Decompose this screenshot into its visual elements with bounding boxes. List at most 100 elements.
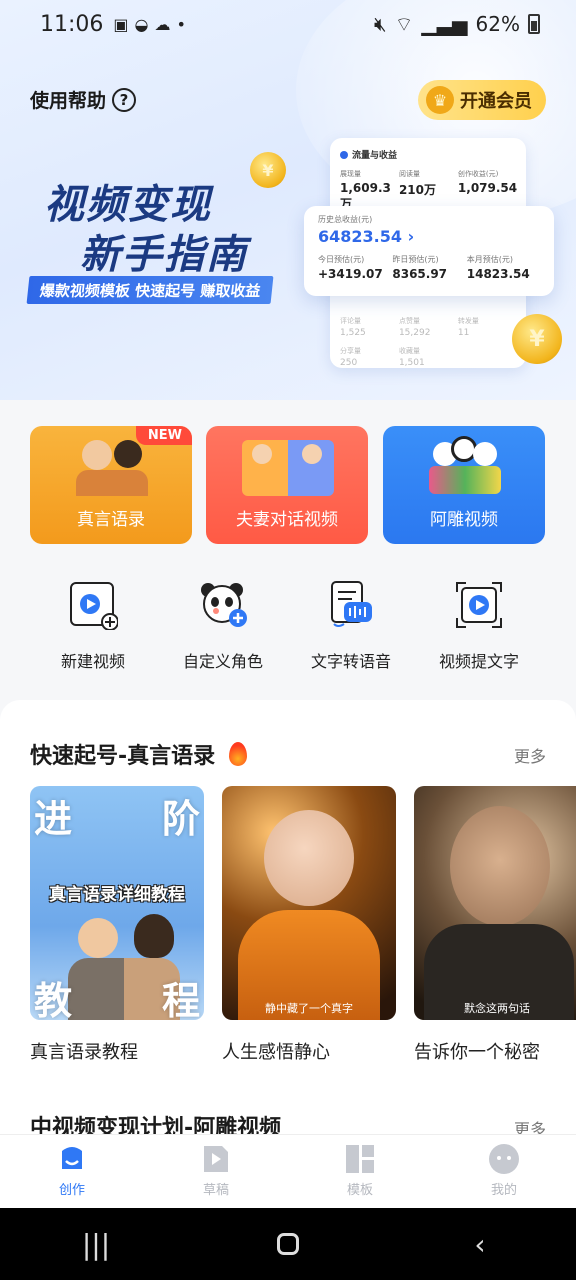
bodies-illustration [429, 466, 501, 494]
video-thumbnail[interactable]: 进 阶 真言语录详细教程 教 程 [30, 786, 204, 1020]
stat-value: 210万 [398, 183, 437, 197]
thumb-caption[interactable]: 真言语录教程 [30, 1038, 138, 1064]
person-illustration [252, 444, 272, 464]
battery-icon [528, 14, 540, 34]
person-illustration [302, 444, 322, 464]
nav-drafts[interactable]: 草稿 [144, 1135, 288, 1208]
stat-label: 阅读量 [398, 170, 420, 178]
coin-icon: ¥ [250, 152, 286, 188]
fire-icon [229, 742, 248, 766]
thumb-caption[interactable]: 人生感悟静心 [222, 1038, 330, 1064]
stat-value: 1,501 [398, 358, 425, 368]
stat-value: 250 [340, 358, 358, 368]
crown-icon: ♛ [426, 86, 454, 114]
stat-value: 11 [457, 328, 470, 338]
elder-face-illustration [450, 806, 550, 926]
help-label: 使用帮助 [30, 90, 107, 112]
stat-label: 分享量 [340, 347, 361, 355]
child-girl-illustration [134, 914, 174, 958]
feature-label: 真言语录 [77, 510, 145, 530]
nav-label: 我的 [490, 1183, 517, 1198]
thumb-overlay-title: 真言语录详细教程 [49, 885, 185, 905]
nav-profile[interactable]: 我的 [432, 1135, 576, 1208]
child-monk-illustration [78, 918, 118, 958]
banner-tagline: 爆款视频模板 快速起号 赚取收益 [26, 276, 274, 304]
nav-label: 草稿 [202, 1183, 229, 1198]
gallery-notification-icon: ▣ [113, 14, 129, 34]
back-icon[interactable]: ‹ [450, 1228, 510, 1261]
stat-label: 收藏量 [398, 347, 420, 355]
panda-avatar-icon [198, 580, 248, 630]
section-title: 快速起号-真言语录 [30, 738, 248, 770]
thumb-overlay-text: 阶 [161, 797, 200, 841]
stat-value: +3419.07 [318, 267, 383, 281]
home-button[interactable] [258, 1233, 318, 1255]
stat-value: 1,079.54 [457, 181, 518, 195]
question-icon: ? [112, 87, 137, 112]
robe-illustration [76, 470, 148, 496]
weather-icon: ☁ [154, 14, 171, 34]
vip-button[interactable]: ♛ 开通会员 [418, 80, 546, 120]
video-thumbnail[interactable]: 默念这两句话 [414, 786, 576, 1020]
banner-headline-2: 新手指南 [80, 232, 248, 278]
tool-label: 自定义角色 [182, 652, 263, 671]
mute-icon: 🔇︎ [373, 12, 387, 36]
custom-role-button[interactable]: 自定义角色 [158, 580, 288, 672]
home-icon [277, 1233, 299, 1255]
thumb-overlay-caption: 静中藏了一个真字 [265, 1002, 353, 1015]
status-time: 11:06 [40, 11, 104, 37]
profile-icon [489, 1144, 519, 1174]
signal-icon: ▁▃▅ [421, 12, 468, 36]
stat-label: 转发量 [457, 317, 479, 325]
feature-label: 阿雕视频 [430, 510, 498, 530]
app-notification-icon: ◒ [134, 14, 149, 34]
vip-label: 开通会员 [460, 91, 532, 112]
help-link[interactable]: 使用帮助 ? [30, 86, 137, 113]
new-video-button[interactable]: 新建视频 [28, 580, 158, 672]
thumb-caption[interactable]: 告诉你一个秘密 [414, 1038, 540, 1064]
thumb-overlay-text: 程 [161, 979, 200, 1020]
feature-tile-couple-dialogue[interactable]: 夫妻对话视频 [206, 426, 368, 544]
stat-value: 1,525 [340, 328, 366, 338]
stat-value: 14823.54 [466, 267, 530, 281]
status-bar: 11:06 ▣ ◒ ☁ • 🔇︎ ⌔ ▁▃▅ 62% [0, 0, 576, 48]
child-monk-illustration [82, 440, 112, 470]
tool-label: 视频提文字 [438, 652, 519, 671]
wifi-icon: ⌔ [394, 11, 414, 36]
nav-label: 模板 [346, 1183, 373, 1198]
nav-label: 创作 [58, 1183, 85, 1198]
stat-value: 15,292 [398, 328, 431, 338]
stat-label: 展现量 [340, 170, 361, 178]
stat-label: 创作收益(元) [457, 170, 499, 178]
thumb-overlay-text: 教 [34, 979, 73, 1020]
system-navigation-bar: ||| ‹ [0, 1208, 576, 1280]
nav-create[interactable]: 创作 [0, 1135, 144, 1208]
more-link[interactable]: 更多 [514, 743, 546, 767]
thumb-overlay-caption: 默念这两句话 [464, 1002, 530, 1015]
stat-value: 8365.97 [392, 267, 448, 281]
more-notifications-icon: • [176, 14, 186, 34]
new-badge: NEW [135, 426, 192, 445]
feature-tile-adiao[interactable]: 阿雕视频 [383, 426, 545, 544]
section-title-text: 快速起号-真言语录 [30, 744, 216, 769]
bottom-navigation: 创作 草稿 模板 我的 [0, 1134, 576, 1208]
total-income-card: 历史总收益(元) 64823.54 › 今日预估(元) +3419.07 昨日预估… [304, 206, 554, 296]
create-icon [62, 1147, 82, 1169]
recent-apps-icon[interactable]: ||| [66, 1228, 126, 1261]
new-video-icon [68, 580, 119, 631]
battery-text: 62% [475, 12, 520, 36]
total-income-label: 历史总收益(元) [318, 215, 373, 224]
panda-illustration [473, 442, 497, 466]
card-dot-icon [340, 150, 348, 159]
video-to-text-button[interactable]: 视频提文字 [414, 580, 544, 672]
child-girl-illustration [114, 440, 142, 468]
stat-label: 本月预估(元) [466, 255, 513, 264]
thumb-overlay-text: 进 [34, 797, 73, 841]
text-to-speech-button[interactable]: 文字转语音 [286, 580, 416, 672]
templates-icon [346, 1145, 374, 1173]
stat-label: 今日预估(元) [318, 255, 365, 264]
feature-tile-zhenyan[interactable]: NEW 真言语录 [30, 426, 192, 544]
video-thumbnail[interactable]: 静中藏了一个真字 [222, 786, 396, 1020]
nav-templates[interactable]: 模板 [288, 1135, 432, 1208]
card-title: 流量与收益 [352, 151, 398, 161]
